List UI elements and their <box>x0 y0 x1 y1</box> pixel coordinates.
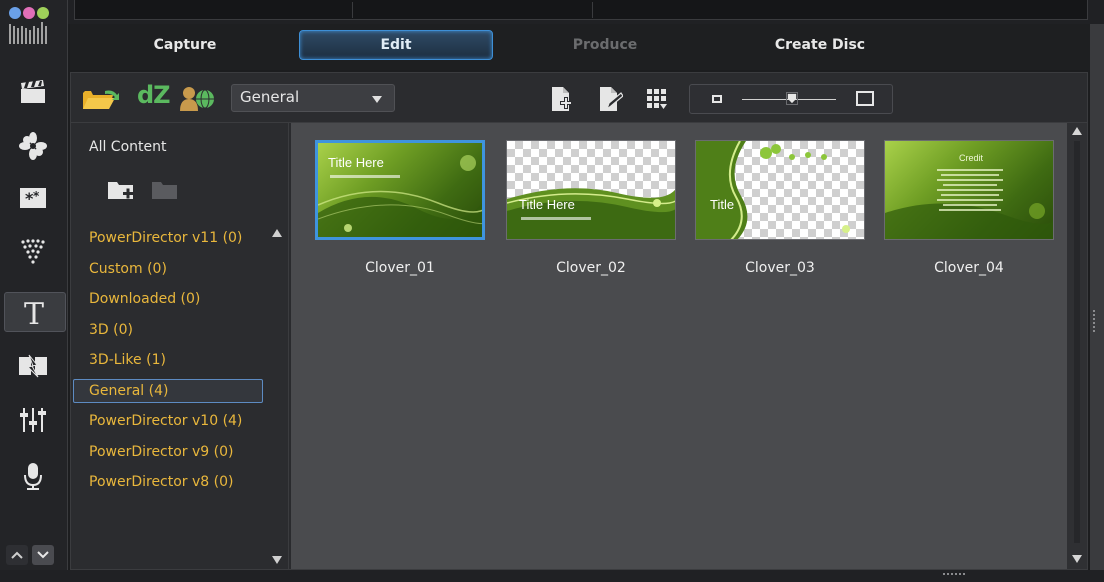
edit-title-icon[interactable] <box>597 85 623 113</box>
app-logo-icon <box>9 7 49 44</box>
freetemplates-icon[interactable] <box>179 85 219 111</box>
view-mode-icon[interactable] <box>645 87 669 111</box>
thumbnail-title-text: Title Here <box>328 155 384 170</box>
thumbnail-label: Clover_01 <box>365 260 435 276</box>
media-room-icon[interactable] <box>6 74 60 110</box>
library-scrollbar[interactable] <box>1067 123 1087 569</box>
bottom-resize-edge[interactable] <box>0 570 1104 582</box>
all-content-item[interactable]: All Content <box>89 139 167 155</box>
category-item-selected[interactable]: General (4) <box>73 378 263 403</box>
resize-grip-icon[interactable] <box>943 573 965 575</box>
mode-tab-edit[interactable]: Edit <box>299 30 493 60</box>
fx-room-icon[interactable] <box>6 128 60 164</box>
chevron-down-icon[interactable] <box>32 545 54 565</box>
scroll-up-icon[interactable] <box>272 229 282 237</box>
voice-over-icon[interactable] <box>6 458 60 494</box>
particle-room-icon[interactable] <box>6 234 60 270</box>
category-select[interactable]: General <box>231 84 395 112</box>
title-template-thumbnail[interactable]: Title <box>695 140 865 240</box>
thumbnail-label: Clover_02 <box>556 260 626 276</box>
scroll-up-icon[interactable] <box>1072 127 1082 135</box>
category-list: PowerDirector v11 (0) Custom (0) Downloa… <box>71 223 271 498</box>
category-select-value: General <box>240 88 300 106</box>
import-folder-icon[interactable] <box>81 85 121 111</box>
scroll-down-icon[interactable] <box>1072 555 1082 563</box>
mode-bar: Capture Edit Produce Create Disc <box>70 24 1104 70</box>
thumbnail-label: Clover_03 <box>745 260 815 276</box>
small-thumbnail-icon[interactable] <box>712 95 722 103</box>
thumbnail-label: Clover_04 <box>934 260 1004 276</box>
clover-decoration <box>696 141 850 239</box>
rail-scroll-buttons <box>6 545 54 565</box>
thumbnail-subtitle-bar <box>330 175 400 178</box>
thumbnail-item[interactable]: Title Clover_03 <box>695 140 865 276</box>
category-pane: All Content PowerDirector v11 (0) Custom… <box>71 123 289 569</box>
thumbnail-item[interactable]: Title Here Clover_01 <box>315 140 485 276</box>
category-item[interactable]: 3D (0) <box>71 315 271 346</box>
thumbnail-item[interactable]: Title Here Clover_02 <box>506 140 676 276</box>
thumbnail-item[interactable]: Credit Clover_04 <box>884 140 1054 276</box>
add-title-icon[interactable] <box>549 85 573 113</box>
title-room-panel: dZ General All Content PowerDirector v11… <box>70 72 1088 570</box>
svg-text:*: * <box>33 189 40 203</box>
chevron-up-icon[interactable] <box>6 545 28 565</box>
thumbnail-title-text: Credit <box>959 153 984 163</box>
top-info-bar <box>74 0 1088 20</box>
mode-tab-produce[interactable]: Produce <box>550 30 660 60</box>
folder-buttons <box>107 179 179 201</box>
top-separator <box>592 2 593 18</box>
thumbnail-title-text: Title <box>710 197 735 212</box>
svg-text:T: T <box>24 297 44 328</box>
large-thumbnail-icon[interactable] <box>856 91 874 106</box>
category-item[interactable]: PowerDirector v10 (4) <box>71 406 271 437</box>
scroll-down-icon[interactable] <box>272 556 282 564</box>
category-item[interactable]: PowerDirector v11 (0) <box>71 223 271 254</box>
new-folder-icon[interactable] <box>107 179 135 201</box>
title-template-thumbnail[interactable]: Credit <box>884 140 1054 240</box>
mode-tab-capture[interactable]: Capture <box>130 30 240 60</box>
category-scrollbar[interactable] <box>271 223 283 568</box>
resize-grip-icon[interactable] <box>1093 310 1095 332</box>
mode-tab-create-disc[interactable]: Create Disc <box>750 30 890 60</box>
thumbnail-size-slider <box>689 84 893 114</box>
top-separator <box>352 2 353 18</box>
slider-handle[interactable] <box>786 92 798 105</box>
transition-room-icon[interactable] <box>6 348 60 384</box>
category-item[interactable]: PowerDirector v8 (0) <box>71 467 271 498</box>
title-library-grid: Title Here Clover_01 Title Here Clover_0… <box>291 123 1067 569</box>
dropdown-arrow-icon <box>372 96 382 103</box>
title-template-thumbnail[interactable]: Title Here <box>506 140 676 240</box>
room-rail: * * T <box>0 0 68 582</box>
scrollbar-track[interactable] <box>1074 141 1080 543</box>
directorzone-icon[interactable]: dZ <box>137 81 171 109</box>
category-item[interactable]: PowerDirector v9 (0) <box>71 437 271 468</box>
audio-mixer-icon[interactable] <box>6 402 60 438</box>
thumbnail-subtitle-bar <box>521 217 591 220</box>
title-template-thumbnail[interactable]: Title Here <box>315 140 485 240</box>
delete-folder-icon[interactable] <box>151 179 179 201</box>
thumbnail-title-text: Title Here <box>519 197 575 212</box>
pip-designer-icon[interactable]: * * <box>6 180 60 216</box>
title-room-icon[interactable]: T <box>4 292 66 332</box>
category-item[interactable]: Downloaded (0) <box>71 284 271 315</box>
category-item[interactable]: 3D-Like (1) <box>71 345 271 376</box>
clover-decoration <box>507 188 675 239</box>
category-item[interactable]: Custom (0) <box>71 254 271 285</box>
library-toolbar: dZ General <box>71 73 1087 123</box>
top-strip <box>0 0 1104 24</box>
right-resize-edge[interactable] <box>1090 24 1104 582</box>
